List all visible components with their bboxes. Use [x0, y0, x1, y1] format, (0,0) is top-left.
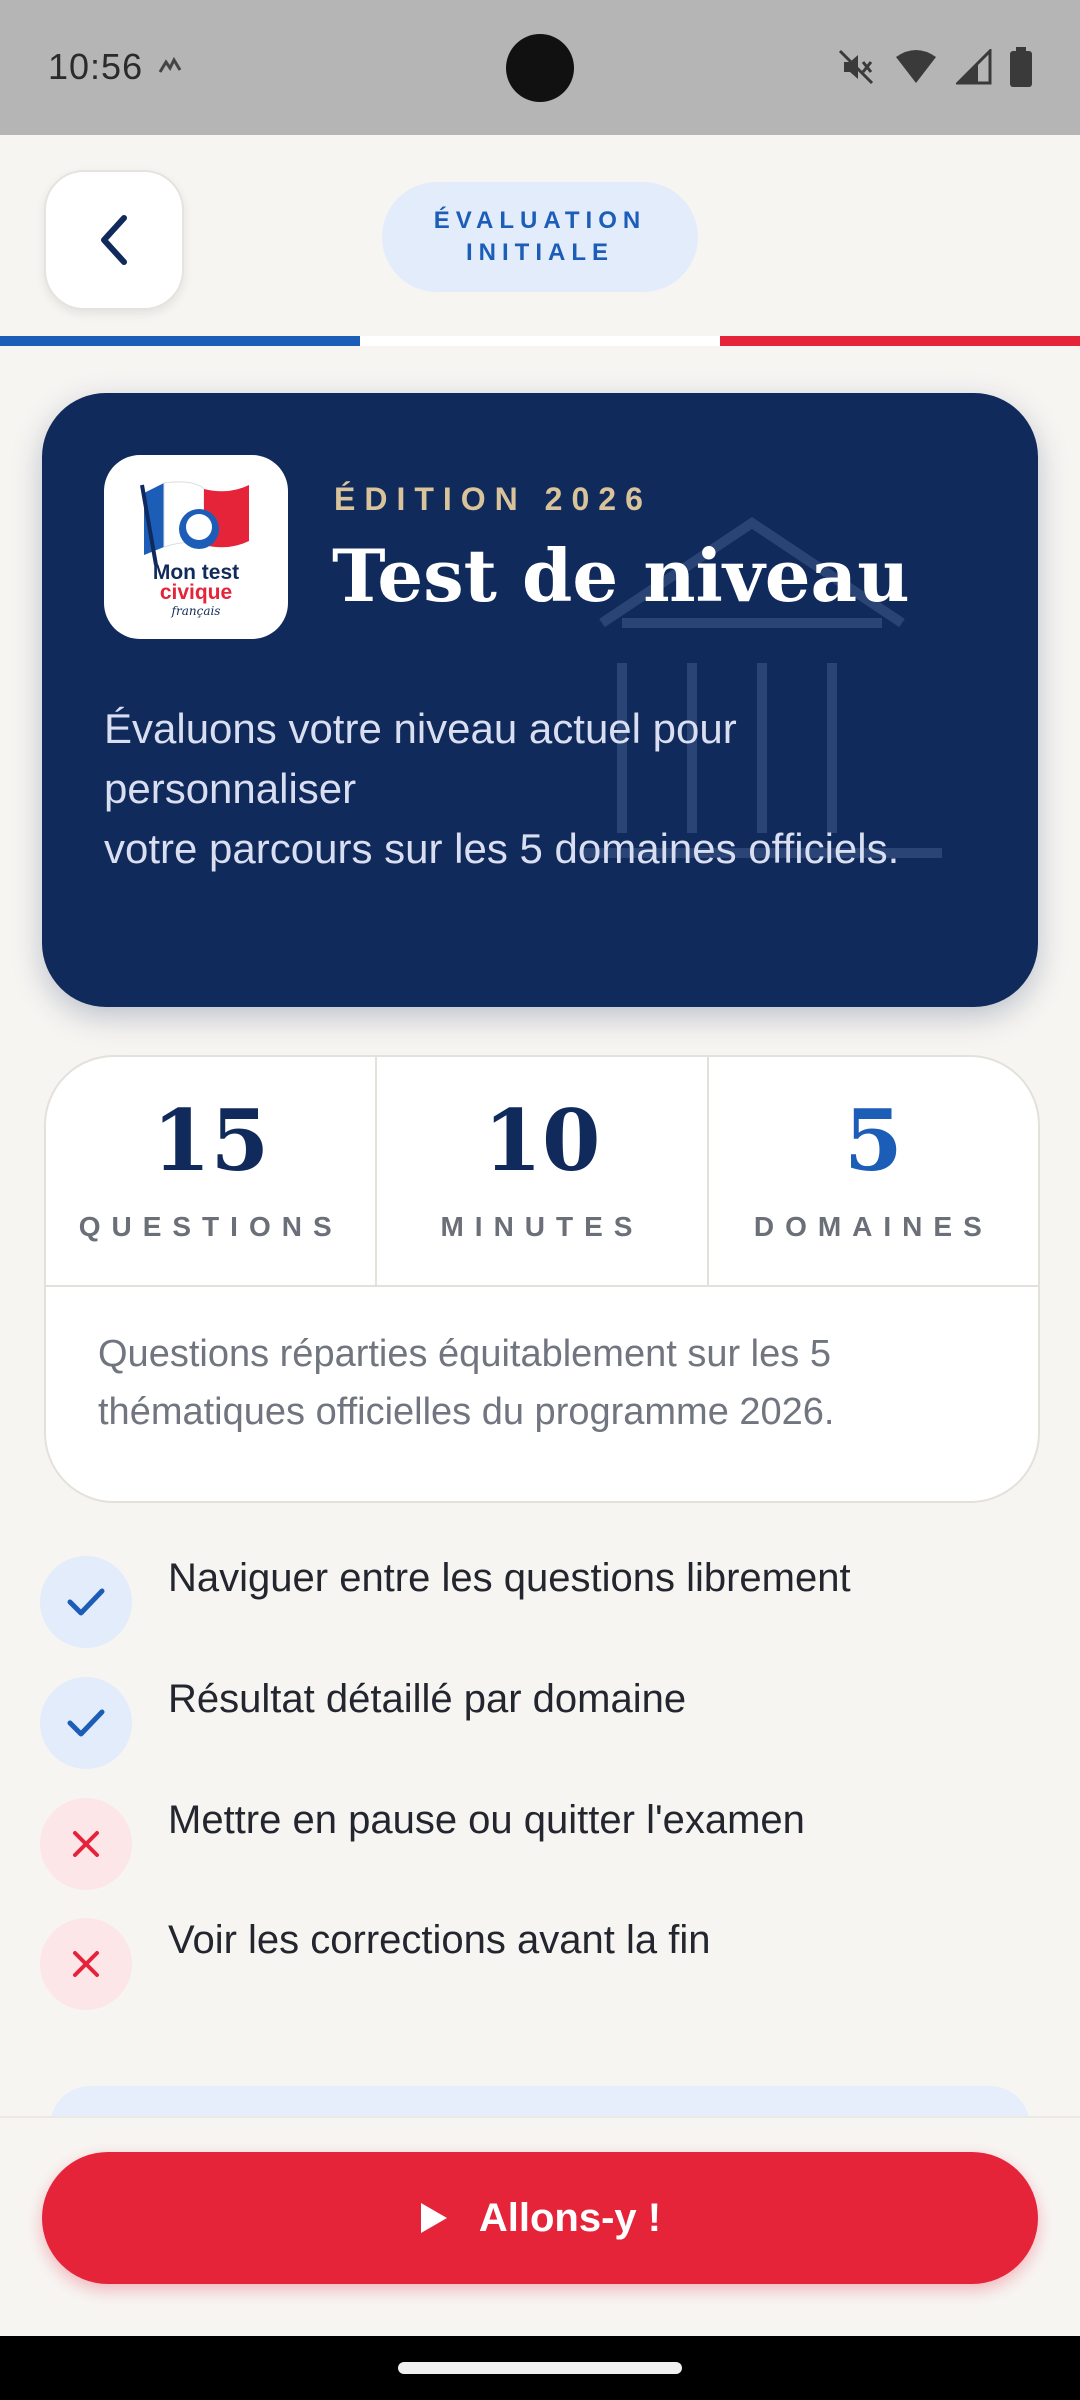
list-item: Mettre en pause ou quitter l'examen	[40, 1798, 1040, 1890]
start-button-label: Allons-y !	[478, 2195, 662, 2240]
status-time: 10:56	[48, 46, 144, 87]
stats-card: 15 QUESTIONS 10 MINUTES 5 DOMAINES Quest…	[44, 1055, 1040, 1503]
logo-flag-icon: Mon test civique français	[140, 481, 249, 618]
flag-stripe	[0, 336, 1080, 346]
stat-value: 15	[152, 1091, 270, 1190]
feature-text: Voir les corrections avant la fin	[168, 1918, 711, 1962]
flag-blue	[0, 336, 360, 346]
evaluation-badge: ÉVALUATION INITIALE	[382, 182, 698, 292]
battery-icon	[1010, 47, 1032, 87]
stat-label: MINUTES	[440, 1211, 644, 1242]
stat-value: 10	[483, 1091, 601, 1190]
signal-icon	[956, 49, 992, 85]
feature-text: Résultat détaillé par domaine	[168, 1677, 687, 1721]
stat-minutes: 10 MINUTES	[377, 1057, 709, 1285]
check-icon	[40, 1677, 132, 1769]
feature-text: Mettre en pause ou quitter l'examen	[168, 1798, 805, 1842]
stats-row: 15 QUESTIONS 10 MINUTES 5 DOMAINES	[46, 1057, 1038, 1287]
camera-cutout	[506, 34, 574, 102]
check-icon	[40, 1556, 132, 1648]
stat-label: QUESTIONS	[78, 1211, 343, 1242]
badge-line-2: INITIALE	[466, 239, 614, 266]
list-item: Voir les corrections avant la fin	[40, 1918, 1040, 2010]
logo-text-3: français	[171, 604, 221, 618]
wifi-icon	[896, 50, 936, 83]
stats-note: Questions réparties équitablement sur le…	[98, 1333, 835, 1433]
chevron-left-icon	[101, 215, 127, 265]
start-button[interactable]: Allons-y !	[42, 2152, 1038, 2284]
stat-value: 5	[844, 1091, 903, 1190]
logo-text-2: civique	[160, 581, 232, 604]
stat-questions: 15 QUESTIONS	[46, 1057, 378, 1285]
home-gesture-handle[interactable]	[398, 2362, 682, 2374]
hero-description-line-1: Évaluons votre niveau actuel pour person…	[104, 705, 737, 812]
back-button[interactable]	[44, 170, 184, 310]
status-icons	[836, 44, 1032, 90]
list-item: Résultat détaillé par domaine	[40, 1677, 1040, 1769]
mute-icon	[838, 49, 874, 85]
hero-description-line-2: votre parcours sur les 5 domaines offici…	[104, 825, 900, 872]
notification-icon	[158, 56, 182, 73]
list-item: Naviguer entre les questions librement	[40, 1556, 1040, 1648]
stat-domaines: 5 DOMAINES	[709, 1057, 1038, 1285]
status-bar: 10:56	[0, 0, 1080, 135]
stat-label: DOMAINES	[753, 1211, 993, 1242]
cross-icon	[40, 1918, 132, 2010]
hero-description: Évaluons votre niveau actuel pour person…	[104, 699, 904, 879]
play-icon	[420, 2203, 447, 2233]
flag-white	[360, 336, 720, 346]
cross-icon	[40, 1798, 132, 1890]
app-logo: Mon test civique français	[104, 455, 288, 639]
hero-card: Mon test civique français ÉDITION 2026 T…	[42, 393, 1038, 1007]
edition-label: ÉDITION 2026	[334, 481, 652, 517]
feature-text: Naviguer entre les questions librement	[168, 1556, 851, 1600]
flag-red	[720, 336, 1080, 346]
page-title: Test de niveau	[332, 533, 910, 618]
badge-line-1: ÉVALUATION	[433, 207, 647, 234]
